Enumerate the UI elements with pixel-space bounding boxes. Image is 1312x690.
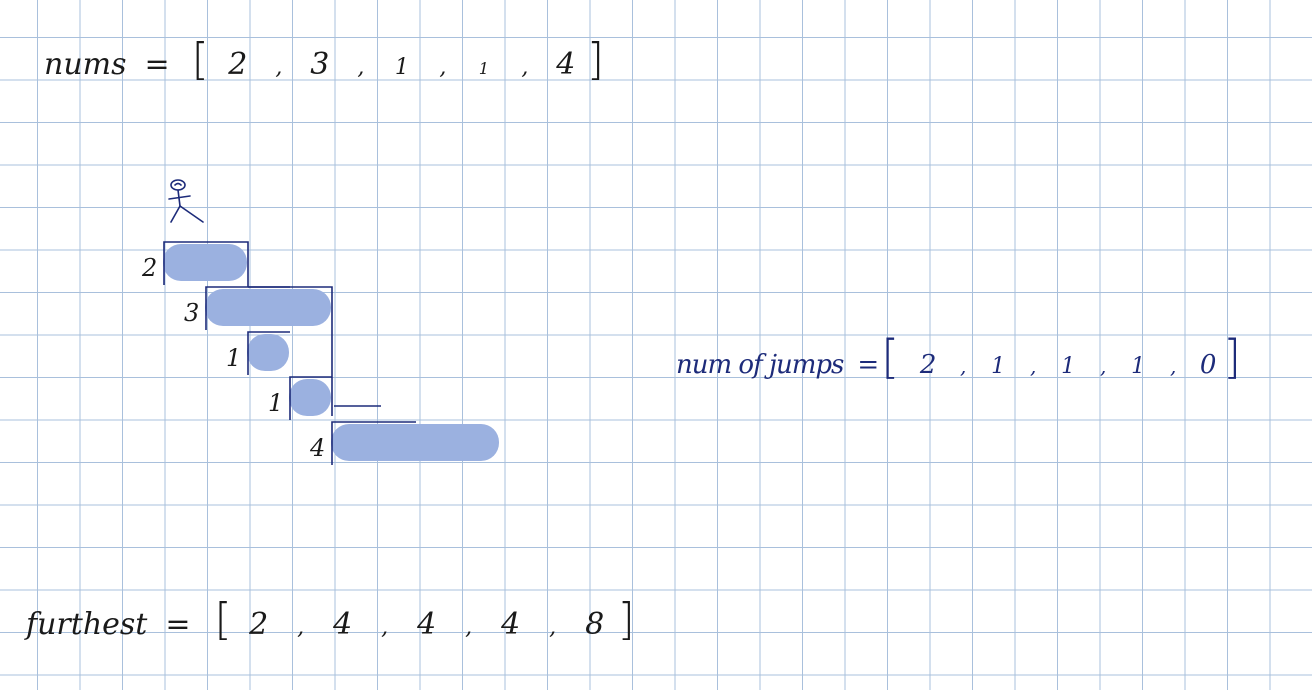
stick-figure-icon	[168, 179, 204, 223]
step-label: 1	[268, 389, 283, 417]
jump-range-highlight	[205, 289, 331, 326]
jump-range-highlight	[247, 334, 289, 371]
jump-staircase-diagram: 23114	[141, 179, 499, 465]
jump-range-highlight	[163, 244, 247, 281]
step-label: 1	[226, 344, 241, 372]
jump-range-highlight	[331, 424, 499, 461]
step-label: 3	[184, 299, 199, 327]
step-label: 2	[141, 254, 157, 282]
jump-range-highlight	[289, 379, 331, 416]
step-label: 4	[309, 434, 325, 462]
